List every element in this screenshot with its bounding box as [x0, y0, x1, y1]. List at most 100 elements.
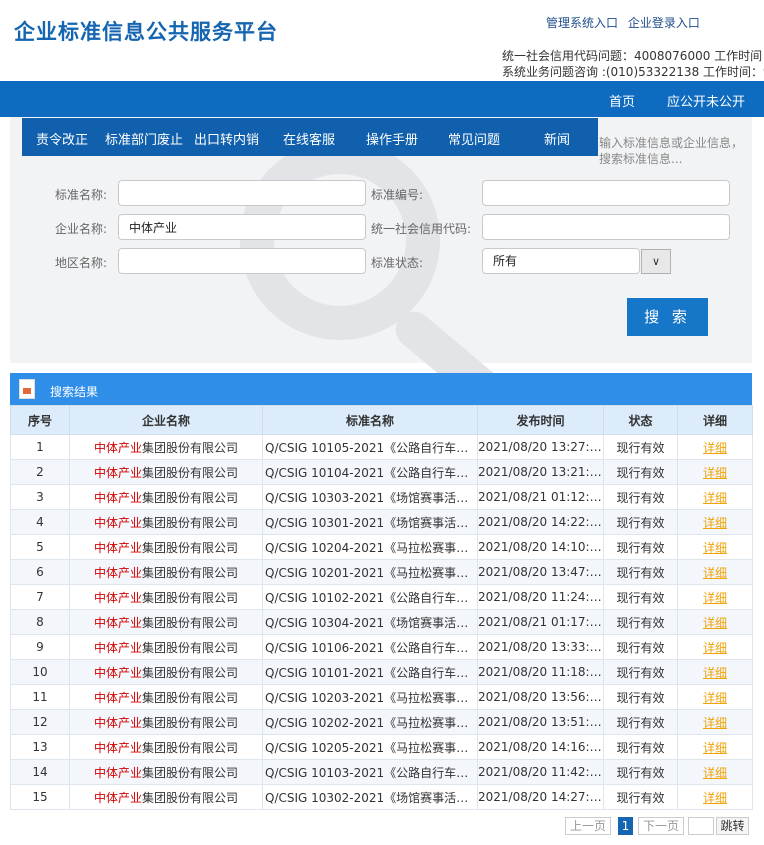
row-standard: Q/CSIG 10303-2021《场馆赛事活动安...	[262, 484, 478, 510]
row-detail-link[interactable]: 详细	[677, 609, 753, 635]
results-header: 搜索结果	[10, 373, 752, 405]
table-row: 1 中体产业集团股份有限公司 Q/CSIG 10105-2021《公路自行车赛事..…	[10, 434, 753, 460]
company-highlight: 中体产业	[93, 515, 142, 530]
row-no: 12	[10, 709, 70, 735]
row-status: 现行有效	[603, 684, 678, 710]
table-row: 5 中体产业集团股份有限公司 Q/CSIG 10204-2021《马拉松赛事组织..…	[10, 534, 753, 560]
nav-home[interactable]: 首页	[609, 91, 635, 110]
row-status: 现行有效	[603, 634, 678, 660]
table-row: 7 中体产业集团股份有限公司 Q/CSIG 10102-2021《公路自行车赛事..…	[10, 584, 753, 610]
company-highlight: 中体产业	[93, 640, 142, 655]
company-rest: 集团股份有限公司	[142, 565, 239, 580]
label-standard-name: 标准名称:	[55, 188, 108, 202]
top-links: 管理系统入口 企业登录入口	[546, 14, 706, 31]
status-select[interactable]: 所有	[482, 248, 640, 274]
subnav-abolished[interactable]: 标准部门废止	[105, 129, 183, 148]
row-detail-link[interactable]: 详细	[677, 684, 753, 710]
row-standard: Q/CSIG 10201-2021《马拉松赛事文件...	[262, 559, 478, 585]
row-standard: Q/CSIG 10203-2021《马拉松赛事组织...	[262, 684, 478, 710]
company-highlight: 中体产业	[93, 690, 142, 705]
col-standard-header: 标准名称	[262, 405, 478, 435]
sub-nav: 责令改正 标准部门废止 出口转内销 在线客服 操作手册 常见问题 新闻	[22, 118, 598, 156]
row-standard: Q/CSIG 10301-2021《场馆赛事活动组...	[262, 509, 478, 535]
row-detail-link[interactable]: 详细	[677, 709, 753, 735]
jump-button[interactable]: 跳转	[716, 817, 749, 835]
subnav-export-to-domestic[interactable]: 出口转内销	[194, 129, 259, 148]
row-detail-link[interactable]: 详细	[677, 559, 753, 585]
row-time: 2021/08/20 13:56:12	[477, 684, 604, 710]
table-row: 4 中体产业集团股份有限公司 Q/CSIG 10301-2021《场馆赛事活动组..…	[10, 509, 753, 535]
row-detail-link[interactable]: 详细	[677, 634, 753, 660]
row-no: 4	[10, 509, 70, 535]
table-row: 3 中体产业集团股份有限公司 Q/CSIG 10303-2021《场馆赛事活动安..…	[10, 484, 753, 510]
row-no: 6	[10, 559, 70, 585]
prev-page-button[interactable]: 上一页	[565, 817, 611, 835]
region-input[interactable]	[118, 248, 366, 274]
company-login-link[interactable]: 企业登录入口	[628, 16, 700, 30]
row-status: 现行有效	[603, 534, 678, 560]
row-detail-link[interactable]: 详细	[677, 534, 753, 560]
row-no: 2	[10, 459, 70, 485]
row-company: 中体产业集团股份有限公司	[69, 734, 263, 760]
company-rest: 集团股份有限公司	[142, 465, 239, 480]
row-company: 中体产业集团股份有限公司	[69, 784, 263, 810]
contact-credit-code: 统一社会信用代码问题：4008076000 工作时间：8	[502, 49, 764, 63]
row-no: 14	[10, 759, 70, 785]
row-detail-link[interactable]: 详细	[677, 759, 753, 785]
row-time: 2021/08/20 13:51:18	[477, 709, 604, 735]
page-jump-input[interactable]	[688, 817, 714, 835]
next-page-button[interactable]: 下一页	[638, 817, 684, 835]
table-row: 2 中体产业集团股份有限公司 Q/CSIG 10104-2021《公路自行车赛事..…	[10, 459, 753, 485]
company-highlight: 中体产业	[93, 665, 142, 680]
row-time: 2021/08/20 14:16:40	[477, 734, 604, 760]
company-name-input[interactable]	[118, 214, 366, 240]
row-time: 2021/08/20 14:27:55	[477, 784, 604, 810]
row-company: 中体产业集团股份有限公司	[69, 759, 263, 785]
row-standard: Q/CSIG 10202-2021《马拉松赛事组织...	[262, 709, 478, 735]
table-row: 9 中体产业集团股份有限公司 Q/CSIG 10106-2021《公路自行车赛事..…	[10, 634, 753, 660]
row-status: 现行有效	[603, 509, 678, 535]
row-standard: Q/CSIG 10304-2021《场馆赛事活动满...	[262, 609, 478, 635]
row-detail-link[interactable]: 详细	[677, 434, 753, 460]
row-time: 2021/08/20 13:21:06	[477, 459, 604, 485]
chevron-down-icon[interactable]: ∨	[641, 249, 671, 274]
row-time: 2021/08/21 01:17:46	[477, 609, 604, 635]
row-no: 3	[10, 484, 70, 510]
subnav-faq[interactable]: 常见问题	[448, 129, 500, 148]
company-highlight: 中体产业	[93, 540, 142, 555]
row-detail-link[interactable]: 详细	[677, 734, 753, 760]
table-row: 13 中体产业集团股份有限公司 Q/CSIG 10205-2021《马拉松赛事风险.…	[10, 734, 753, 760]
admin-entry-link[interactable]: 管理系统入口	[546, 16, 618, 30]
standard-no-input[interactable]	[482, 180, 730, 206]
subnav-manual[interactable]: 操作手册	[366, 129, 418, 148]
label-standard-no: 标准编号:	[371, 188, 424, 202]
search-button[interactable]: 搜 索	[627, 298, 708, 336]
nav-unpublished[interactable]: 应公开未公开	[667, 91, 745, 110]
company-rest: 集团股份有限公司	[142, 790, 239, 805]
table-row: 8 中体产业集团股份有限公司 Q/CSIG 10304-2021《场馆赛事活动满..…	[10, 609, 753, 635]
company-highlight: 中体产业	[93, 565, 142, 580]
row-detail-link[interactable]: 详细	[677, 784, 753, 810]
row-time: 2021/08/20 11:42:07	[477, 759, 604, 785]
row-detail-link[interactable]: 详细	[677, 659, 753, 685]
row-time: 2021/08/20 13:27:37	[477, 434, 604, 460]
results-table: 序号 企业名称 标准名称 发布时间 状态 详细 1 中体产业集团股份有限公司 Q/C…	[10, 405, 753, 810]
subnav-correction[interactable]: 责令改正	[36, 129, 88, 148]
row-time: 2021/08/20 11:18:54	[477, 659, 604, 685]
page-1-button[interactable]: 1	[618, 817, 633, 835]
row-detail-link[interactable]: 详细	[677, 484, 753, 510]
subnav-news[interactable]: 新闻	[544, 129, 570, 148]
subnav-online-service[interactable]: 在线客服	[283, 129, 335, 148]
row-detail-link[interactable]: 详细	[677, 459, 753, 485]
standard-name-input[interactable]	[118, 180, 366, 206]
row-detail-link[interactable]: 详细	[677, 509, 753, 535]
row-time: 2021/08/20 13:33:02	[477, 634, 604, 660]
row-company: 中体产业集团股份有限公司	[69, 709, 263, 735]
company-rest: 集团股份有限公司	[142, 590, 239, 605]
company-highlight: 中体产业	[93, 490, 142, 505]
row-company: 中体产业集团股份有限公司	[69, 584, 263, 610]
credit-code-input[interactable]	[482, 214, 730, 240]
row-company: 中体产业集团股份有限公司	[69, 609, 263, 635]
row-detail-link[interactable]: 详细	[677, 584, 753, 610]
row-status: 现行有效	[603, 609, 678, 635]
